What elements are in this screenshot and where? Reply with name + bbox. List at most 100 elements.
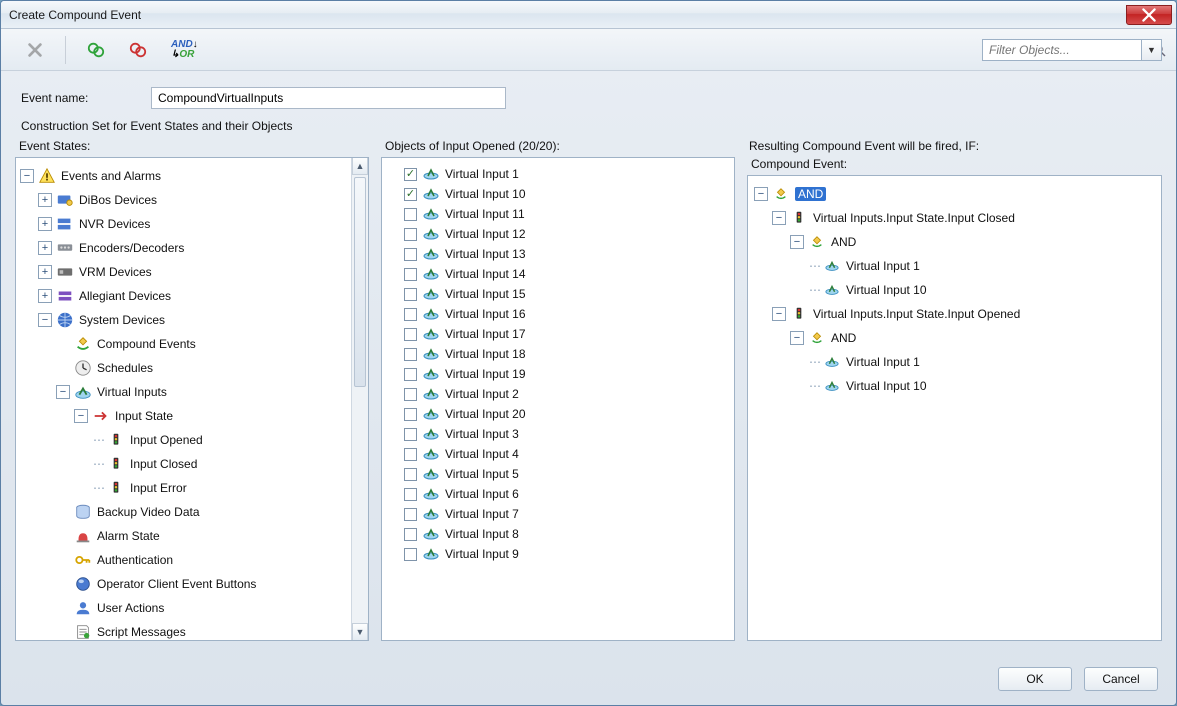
checkbox[interactable] (404, 408, 417, 421)
tree-row[interactable]: Virtual Inputs.Input State.Input Closed (754, 206, 1155, 230)
scroll-down-icon[interactable]: ▼ (352, 623, 368, 640)
checkbox[interactable] (404, 188, 417, 201)
filter-objects-input[interactable] (983, 41, 1152, 59)
tree-row[interactable]: AND (754, 326, 1155, 350)
expander-icon[interactable] (790, 235, 804, 249)
tree-row[interactable]: Schedules (20, 356, 350, 380)
tree-label: Events and Alarms (61, 169, 161, 183)
tree-row[interactable]: Backup Video Data (20, 500, 350, 524)
checkbox[interactable] (404, 328, 417, 341)
dialog-create-compound-event: Create Compound Event (0, 0, 1177, 706)
tree-row[interactable]: ⋯Virtual Input 1 (754, 350, 1155, 374)
tree-row[interactable]: ⋯Virtual Input 1 (754, 254, 1155, 278)
expander-icon[interactable] (772, 211, 786, 225)
filter-objects-box (982, 39, 1142, 61)
list-item[interactable]: Virtual Input 3 (386, 424, 730, 444)
checkbox[interactable] (404, 248, 417, 261)
checkbox[interactable] (404, 528, 417, 541)
expander-icon[interactable] (38, 193, 52, 207)
tree-row[interactable]: ⋯Virtual Input 10 (754, 374, 1155, 398)
delete-button[interactable] (21, 36, 49, 64)
checkbox[interactable] (404, 368, 417, 381)
list-item[interactable]: Virtual Input 14 (386, 264, 730, 284)
checkbox[interactable] (404, 488, 417, 501)
list-item[interactable]: Virtual Input 19 (386, 364, 730, 384)
filter-dropdown[interactable]: ▼ (1142, 39, 1162, 61)
expander-icon[interactable] (790, 331, 804, 345)
list-item[interactable]: Virtual Input 20 (386, 404, 730, 424)
expander-icon[interactable] (38, 289, 52, 303)
checkbox[interactable] (404, 208, 417, 221)
checkbox[interactable] (404, 268, 417, 281)
list-item[interactable]: Virtual Input 13 (386, 244, 730, 264)
list-item[interactable]: Virtual Input 15 (386, 284, 730, 304)
tree-row[interactable]: System Devices (20, 308, 350, 332)
tree-row[interactable]: NVR Devices (20, 212, 350, 236)
scroll-thumb[interactable] (354, 177, 366, 387)
tree-row[interactable]: AND (754, 182, 1155, 206)
tree-row[interactable]: VRM Devices (20, 260, 350, 284)
checkbox[interactable] (404, 348, 417, 361)
tree-row[interactable]: AND (754, 230, 1155, 254)
list-item[interactable]: Virtual Input 10 (386, 184, 730, 204)
list-item[interactable]: Virtual Input 11 (386, 204, 730, 224)
list-item[interactable]: Virtual Input 6 (386, 484, 730, 504)
expander-icon[interactable] (772, 307, 786, 321)
ok-button[interactable]: OK (998, 667, 1072, 691)
cancel-button[interactable]: Cancel (1084, 667, 1158, 691)
expander-icon[interactable] (74, 409, 88, 423)
checkbox[interactable] (404, 448, 417, 461)
tree-row[interactable]: Authentication (20, 548, 350, 572)
tree-row[interactable]: DiBos Devices (20, 188, 350, 212)
tree-row[interactable]: Input State (20, 404, 350, 428)
expander-icon[interactable] (38, 313, 52, 327)
tree-row[interactable]: ⋯Virtual Input 10 (754, 278, 1155, 302)
add-red-button[interactable] (124, 36, 152, 64)
expander-icon[interactable] (38, 265, 52, 279)
list-item[interactable]: Virtual Input 16 (386, 304, 730, 324)
list-item[interactable]: Virtual Input 8 (386, 524, 730, 544)
expander-icon[interactable] (20, 169, 34, 183)
expander-icon[interactable] (38, 217, 52, 231)
expander-icon[interactable] (754, 187, 768, 201)
list-item[interactable]: Virtual Input 17 (386, 324, 730, 344)
tree-row[interactable]: Operator Client Event Buttons (20, 572, 350, 596)
list-item[interactable]: Virtual Input 7 (386, 504, 730, 524)
checkbox[interactable] (404, 228, 417, 241)
tree-row[interactable]: Script Messages (20, 620, 350, 641)
list-item[interactable]: Virtual Input 5 (386, 464, 730, 484)
tree-row[interactable]: ⋯Input Closed (20, 452, 350, 476)
list-item[interactable]: Virtual Input 18 (386, 344, 730, 364)
tree-row[interactable]: Virtual Inputs (20, 380, 350, 404)
list-item[interactable]: Virtual Input 9 (386, 544, 730, 564)
tree-row[interactable]: Allegiant Devices (20, 284, 350, 308)
checkbox[interactable] (404, 508, 417, 521)
checkbox[interactable] (404, 468, 417, 481)
checkbox[interactable] (404, 288, 417, 301)
and-or-button[interactable]: AND↓ ↳OR (166, 36, 203, 64)
checkbox[interactable] (404, 388, 417, 401)
scroll-up-icon[interactable]: ▲ (352, 158, 368, 175)
tree-row[interactable]: Virtual Inputs.Input State.Input Opened (754, 302, 1155, 326)
checkbox[interactable] (404, 168, 417, 181)
scrollbar[interactable]: ▲ ▼ (351, 158, 368, 640)
tree-row[interactable]: Alarm State (20, 524, 350, 548)
close-button[interactable] (1126, 5, 1172, 25)
expander-icon[interactable] (56, 385, 70, 399)
add-green-button[interactable] (82, 36, 110, 64)
tree-row[interactable]: User Actions (20, 596, 350, 620)
list-item[interactable]: Virtual Input 1 (386, 164, 730, 184)
checkbox[interactable] (404, 428, 417, 441)
checkbox[interactable] (404, 548, 417, 561)
tree-row[interactable]: Events and Alarms (20, 164, 350, 188)
tree-row[interactable]: Encoders/Decoders (20, 236, 350, 260)
tree-row[interactable]: Compound Events (20, 332, 350, 356)
event-name-input[interactable] (151, 87, 506, 109)
tree-row[interactable]: ⋯Input Error (20, 476, 350, 500)
list-item[interactable]: Virtual Input 12 (386, 224, 730, 244)
expander-icon[interactable] (38, 241, 52, 255)
tree-row[interactable]: ⋯Input Opened (20, 428, 350, 452)
list-item[interactable]: Virtual Input 4 (386, 444, 730, 464)
list-item[interactable]: Virtual Input 2 (386, 384, 730, 404)
checkbox[interactable] (404, 308, 417, 321)
